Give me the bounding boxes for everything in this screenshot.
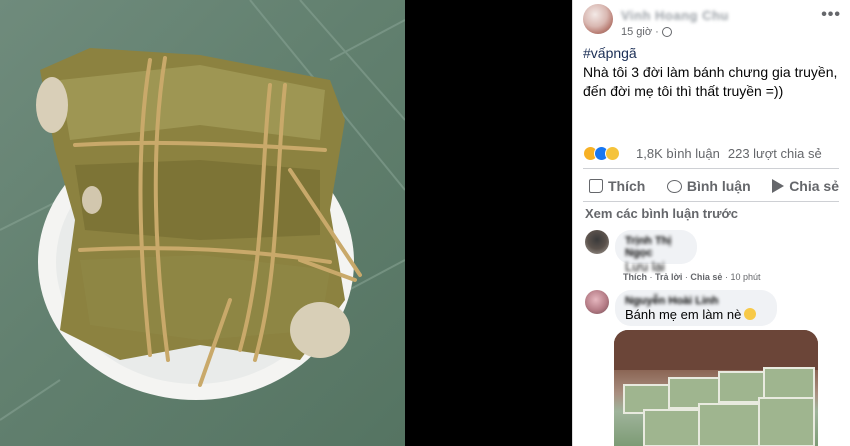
post-body: Nhà tôi 3 đời làm bánh chưng gia truyền,…	[583, 64, 838, 99]
comment-text-content: Bánh mẹ em làm nè	[625, 307, 742, 322]
author-name[interactable]: Vinh Hoang Chu	[621, 8, 729, 23]
post-time: 15 giờ ·	[621, 26, 659, 38]
comment-button[interactable]: Bình luận	[661, 176, 757, 196]
post-timestamp[interactable]: 15 giờ ·	[621, 26, 672, 38]
comment-item: Nguyễn Hoài Linh Bánh mẹ em làm nè	[585, 290, 845, 330]
comment-item: Trịnh Thị Ngọc Lưu lại Thích · Trả lời ·…	[585, 230, 845, 285]
shares-count[interactable]: 223 lượt chia sẻ	[728, 146, 822, 161]
post-photo[interactable]	[0, 0, 405, 446]
comment-label: Bình luận	[686, 178, 751, 194]
commenter-avatar[interactable]	[585, 290, 609, 314]
post-hashtag[interactable]: #vấpngã	[583, 44, 845, 63]
globe-icon	[661, 27, 672, 37]
post-actions: Thích Bình luận Chia sẻ	[583, 172, 845, 200]
comments-count[interactable]: 1,8K bình luận	[636, 146, 720, 161]
more-options-icon[interactable]: •••	[821, 6, 841, 24]
post-text: #vấpngã Nhà tôi 3 đời làm bánh chưng gia…	[583, 44, 845, 101]
comment-attached-photo[interactable]	[614, 330, 818, 446]
commenter-name[interactable]: Trịnh Thị Ngọc	[625, 235, 687, 259]
smile-emoji-icon	[744, 308, 757, 320]
comment-bubble: Nguyễn Hoài Linh Bánh mẹ em làm nè	[615, 290, 777, 326]
post-panel: Vinh Hoang Chu 15 giờ · ••• #vấpngã Nhà …	[572, 0, 850, 446]
like-button[interactable]: Thích	[583, 176, 651, 196]
commenter-avatar[interactable]	[585, 230, 609, 254]
sad-reaction-icon	[605, 145, 620, 161]
comment-reply-link[interactable]: Trả lời	[655, 272, 682, 282]
banh-chung-illustration	[0, 0, 405, 421]
comment-text: Bánh mẹ em làm nè	[625, 307, 767, 322]
comment-time[interactable]: 10 phút	[730, 272, 760, 282]
comment-meta: Thích · Trả lời · Chia sẻ · 10 phút	[623, 272, 761, 282]
thumbs-up-icon	[589, 179, 603, 193]
divider-bottom	[583, 201, 839, 202]
commenter-name[interactable]: Nguyễn Hoài Linh	[625, 295, 767, 307]
post-header: Vinh Hoang Chu 15 giờ · •••	[583, 4, 845, 40]
view-previous-comments-link[interactable]: Xem các bình luận trước	[585, 206, 738, 221]
banh-chung-stack-photo	[614, 330, 818, 446]
share-label: Chia sẻ	[789, 178, 839, 194]
divider-top	[583, 168, 839, 169]
share-arrow-icon	[772, 179, 785, 193]
author-avatar[interactable]	[583, 4, 613, 34]
comment-like-link[interactable]: Thích	[623, 272, 647, 282]
comment-bubble-icon	[666, 179, 682, 193]
reaction-icons[interactable]	[583, 145, 620, 161]
comment-bubble: Trịnh Thị Ngọc Lưu lại	[615, 230, 697, 274]
reactions-bar: 1,8K bình luận 223 lượt chia sẻ	[583, 143, 845, 163]
like-label: Thích	[608, 178, 646, 194]
comment-share-link[interactable]: Chia sẻ	[690, 272, 722, 282]
photo-viewer-background	[405, 0, 572, 446]
share-button[interactable]: Chia sẻ	[766, 176, 845, 196]
